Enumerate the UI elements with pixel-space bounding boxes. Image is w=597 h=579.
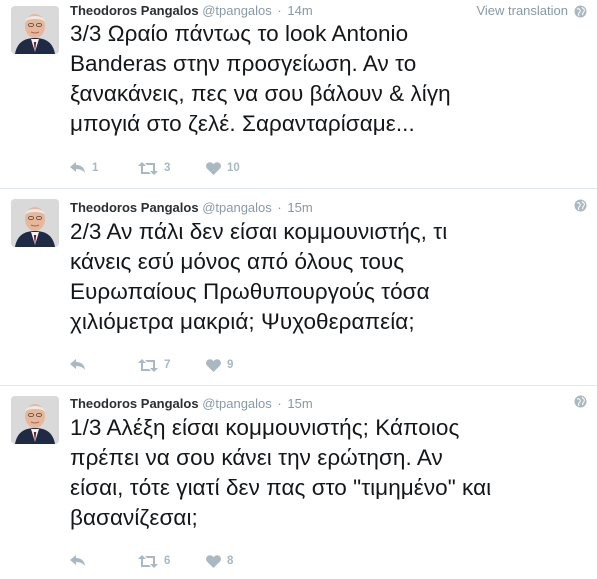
heart-icon [206, 358, 221, 372]
like-button[interactable]: 9 [206, 358, 234, 372]
like-button[interactable]: 10 [206, 161, 240, 175]
tweet-text: 1/3 Αλέξη είσαι κομμουνιστής; Κάποιος πρ… [70, 415, 492, 530]
tweet-item[interactable]: Theodoros Pangalos @tpangalos · 15m 2/3 … [0, 189, 597, 386]
avatar[interactable] [11, 6, 59, 54]
author-name[interactable]: Theodoros Pangalos [70, 396, 199, 411]
tweet-item[interactable]: Theodoros Pangalos @tpangalos · 14m View… [0, 0, 597, 189]
retweet-icon [138, 554, 158, 568]
reply-icon [70, 555, 85, 566]
author-handle[interactable]: @tpangalos [202, 3, 272, 18]
reply-button[interactable]: 1 [70, 162, 138, 174]
heart-icon [206, 554, 221, 568]
retweet-count: 7 [164, 359, 171, 371]
tweet-item[interactable]: Theodoros Pangalos @tpangalos · 15m 1/3 … [0, 386, 597, 579]
reply-icon [70, 162, 85, 173]
tweet-header: Theodoros Pangalos @tpangalos · 15m [70, 395, 587, 413]
tweet-actions: 6 8 [70, 551, 233, 571]
tweet-actions: 1 3 10 [70, 158, 240, 178]
retweet-icon [138, 161, 158, 175]
reply-icon [70, 359, 85, 370]
globe-icon[interactable] [574, 199, 587, 212]
tweet-timestamp[interactable]: 15m [287, 396, 312, 411]
tweet-header: Theodoros Pangalos @tpangalos · 15m [70, 199, 587, 217]
author-handle[interactable]: @tpangalos [202, 200, 272, 215]
author-name[interactable]: Theodoros Pangalos [70, 3, 199, 18]
globe-icon[interactable] [574, 395, 587, 408]
avatar[interactable] [11, 199, 59, 247]
retweet-icon [138, 358, 158, 372]
heart-icon [206, 161, 221, 175]
like-count: 8 [227, 555, 234, 567]
retweet-count: 3 [164, 162, 171, 174]
view-translation-link[interactable]: View translation [476, 2, 568, 20]
tweet-header: Theodoros Pangalos @tpangalos · 14m View… [70, 2, 587, 20]
tweet-actions: 7 9 [70, 355, 233, 375]
tweet-text: 2/3 Αν πάλι δεν είσαι κομμουνιστής, τι κ… [70, 219, 448, 334]
globe-icon[interactable] [574, 5, 587, 18]
reply-button[interactable] [70, 359, 138, 371]
retweet-button[interactable]: 6 [138, 554, 206, 568]
like-count: 9 [227, 359, 234, 371]
tweet-timestamp[interactable]: 15m [287, 200, 312, 215]
author-handle[interactable]: @tpangalos [202, 396, 272, 411]
like-count: 10 [227, 162, 240, 174]
author-name[interactable]: Theodoros Pangalos [70, 200, 199, 215]
tweet-timestamp[interactable]: 14m [287, 3, 312, 18]
tweet-timeline: Theodoros Pangalos @tpangalos · 14m View… [0, 0, 597, 579]
reply-count: 1 [92, 162, 99, 174]
retweet-count: 6 [164, 555, 171, 567]
like-button[interactable]: 8 [206, 554, 234, 568]
retweet-button[interactable]: 3 [138, 161, 206, 175]
avatar[interactable] [11, 396, 59, 444]
reply-button[interactable] [70, 555, 138, 567]
tweet-text: 3/3 Ωραίο πάντως το look Antonio Bandera… [70, 21, 451, 136]
retweet-button[interactable]: 7 [138, 358, 206, 372]
